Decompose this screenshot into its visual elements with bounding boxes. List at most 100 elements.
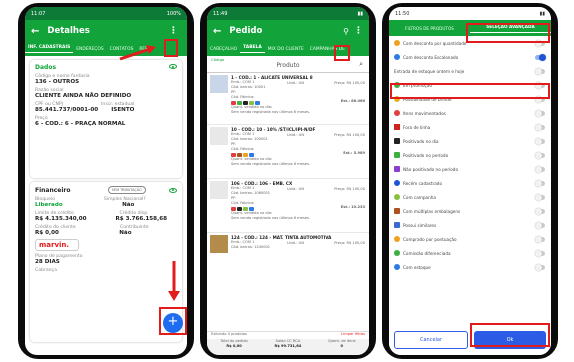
financeiro-title: Financeiro (35, 186, 71, 194)
discount-scale-icon (394, 54, 400, 60)
filter-toggle[interactable] (535, 67, 545, 75)
cpf-value: 85.441.737/0001-00 (35, 107, 99, 113)
status-time: 11:07 (31, 10, 46, 17)
filter-label: Itens movimentados (403, 110, 446, 116)
filter-label: Possui similares (403, 222, 437, 228)
moved-items-icon (394, 110, 400, 116)
product-preco: Preço: R$ 100,00 (334, 81, 365, 85)
product-info2: Sem venda registrada nos últimos 6 meses… (231, 110, 310, 114)
red-arrow-icon (168, 261, 180, 301)
filter-item[interactable]: Entrada de estoque ontem e hoje (389, 64, 551, 78)
stock-icon (394, 264, 400, 270)
filter-label: Com estoque (403, 264, 431, 270)
campaign-icon (394, 194, 400, 200)
back-arrow-icon[interactable]: ← (213, 26, 221, 37)
filter-item[interactable]: Recém cadastrado (389, 176, 551, 190)
tab-filtros-produtos[interactable]: FILTROS DE PRODUTOS (389, 26, 470, 31)
more-options-icon[interactable]: ⋮ (169, 26, 178, 36)
filter-toggle[interactable] (535, 207, 545, 215)
total-value: R$ 0,00 (226, 344, 242, 348)
filter-label: Com desconto Escalonado (403, 54, 459, 60)
status-time: 11:49 (213, 10, 228, 17)
filter-label: Fora de linha (403, 124, 431, 130)
page-title: Detalhes (47, 26, 90, 36)
filter-label: Com campanha (403, 194, 436, 200)
product-image (210, 181, 228, 199)
filter-toggle[interactable] (535, 221, 545, 229)
cobranca-label: Cobrança (35, 268, 57, 273)
list-item[interactable]: 124 - COD.: 124 - MAT. TINTA AUTOMOTIVA … (207, 233, 369, 263)
list-item[interactable]: 10 - COD.: 10 - 10% /ST/ICL/IPI-N/DF Emb… (207, 125, 369, 179)
product-image (210, 127, 228, 145)
app-bar: ← Pedido ⚲ ⋮ (207, 20, 369, 42)
filter-toggle[interactable] (535, 137, 545, 145)
filter-item[interactable]: Com estoque (389, 260, 551, 274)
list-item[interactable]: 1 - COD.: 1 - ALICATE UNIVERSAL 8 Emb.: … (207, 73, 369, 125)
quant-value: 0 (340, 344, 344, 348)
filter-icon[interactable]: ⚲ (343, 27, 349, 36)
filter-toggle[interactable] (535, 193, 545, 201)
search-icon[interactable]: ⌕ (359, 60, 363, 69)
product-est: Est.: 10.233 (340, 205, 365, 209)
more-options-icon[interactable]: ⋮ (354, 26, 363, 36)
cancel-button[interactable]: Cancelar (394, 331, 468, 349)
saldo-value: R$ 99.731,64 (274, 344, 302, 348)
sem-tributacao-chip[interactable]: SEM TRIBUTAÇÃO (107, 186, 146, 194)
filter-toggle[interactable] (535, 53, 546, 61)
filter-item[interactable]: Positivado no dia (389, 134, 551, 148)
status-time: 11:50 (395, 10, 410, 17)
tab-mix-cliente[interactable]: MIX DO CLIENTE (265, 47, 307, 52)
highlight-more-options (164, 39, 178, 57)
exibindo-count: Exibindo 4 produtos (211, 332, 247, 336)
credito-disp-value: R$ 3.766.158,68 (115, 216, 167, 222)
filter-item[interactable]: Com desconto Escalonado (389, 50, 551, 64)
product-image (210, 235, 228, 253)
detalhes-screen: 11:07 100% ← Detalhes ⋮ INF. CADASTRAIS … (25, 7, 187, 355)
search-input[interactable]: Produto (211, 62, 365, 69)
filter-toggle[interactable] (535, 151, 545, 159)
filter-item[interactable]: Fora de linha (389, 120, 551, 134)
order-summary: Total do pedido R$ 0,00 Saldo CC RCA R$ 99… (207, 339, 369, 355)
filter-item[interactable]: Com múltiplas embalagens (389, 204, 551, 218)
filter-item[interactable]: Comprado por pontuação (389, 232, 551, 246)
filter-item[interactable]: Itens movimentados (389, 106, 551, 120)
red-arrow-icon (119, 45, 156, 61)
filter-toggle[interactable] (535, 263, 545, 271)
filter-item[interactable]: Possui similares (389, 218, 551, 232)
filter-label: Entrada de estoque ontem e hoje (394, 68, 465, 74)
filter-toggle[interactable] (535, 109, 545, 117)
filter-item[interactable]: Com campanha (389, 190, 551, 204)
phone-filtros: 11:50 ▮▮ FILTROS DE PRODUTOS SELEÇÃO AVA… (382, 3, 558, 359)
product-preco: Preço: R$ 100,00 (334, 187, 365, 191)
marvin-logo[interactable]: marvin. (35, 239, 79, 251)
tab-inf-cadastrais[interactable]: INF. CADASTRAIS (25, 45, 74, 53)
tab-enderecos[interactable]: ENDEREÇOS (73, 47, 106, 52)
discount-qty-icon (394, 40, 400, 46)
product-info2: Sem venda registrada nos últimos 6 meses… (231, 162, 310, 166)
filter-toggle[interactable] (535, 123, 545, 131)
filter-toggle[interactable] (535, 165, 545, 173)
product-est: Est.: 5.989 (343, 151, 365, 155)
page-title: Pedido (229, 26, 263, 36)
eye-icon[interactable] (169, 64, 177, 69)
filter-item[interactable]: Positivado no período (389, 148, 551, 162)
back-arrow-icon[interactable]: ← (31, 26, 39, 37)
highlight-tab-selecao (466, 23, 550, 43)
razao-value: CLIENTE AINDA NÃO DEFINIDO (35, 93, 132, 99)
tab-tabela[interactable]: TABELA (240, 45, 265, 53)
out-of-line-icon (394, 124, 400, 130)
eye-icon[interactable] (168, 187, 177, 193)
filter-toggle[interactable] (535, 249, 545, 257)
filter-label: Recém cadastrado (403, 180, 443, 186)
filter-toggle[interactable] (535, 179, 545, 187)
filter-item[interactable]: Comissão diferenciada (389, 246, 551, 260)
limpar-filtros-link[interactable]: Limpar filtros (341, 332, 365, 339)
tab-cabecalho[interactable]: CABEÇALHO (207, 47, 240, 52)
list-item[interactable]: 106 - COD.: 106 - EMB. CX Emb.: COM 1 Có… (207, 179, 369, 233)
product-info2: Sem venda registrada nos últimos 6 meses… (231, 216, 310, 220)
filter-toggle[interactable] (535, 235, 545, 243)
codigo-value: 136 - OUTROS (35, 79, 80, 85)
cart-not-icon (394, 166, 400, 172)
limite-value: R$ 4.135.340,00 (35, 216, 87, 222)
filter-item[interactable]: Não positivado no período (389, 162, 551, 176)
